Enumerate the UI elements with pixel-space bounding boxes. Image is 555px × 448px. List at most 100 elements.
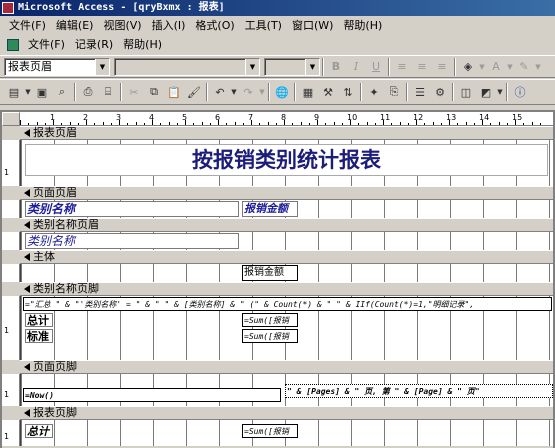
label-standard[interactable]: 标准 <box>25 329 53 343</box>
toolbar-separator <box>294 83 296 101</box>
textbox-now[interactable]: =Now() <box>23 388 281 402</box>
align-left-icon[interactable]: ≡ <box>392 58 412 76</box>
dropdown-arrow-icon[interactable]: ▼ <box>305 58 319 75</box>
label-amount[interactable]: 报销金额 <box>242 201 298 217</box>
print-preview-icon[interactable]: ⌸ <box>98 83 118 101</box>
hyperlink-icon[interactable]: 🌐 <box>272 83 292 101</box>
menu-window[interactable]: 窗口(W) <box>287 17 338 34</box>
ruler-number: 13 <box>446 113 457 122</box>
copy-icon[interactable]: ⧉ <box>144 83 164 101</box>
align-center-icon[interactable]: ≡ <box>412 58 432 76</box>
ruler-tick <box>308 123 310 125</box>
font-name-box[interactable]: ▼ <box>114 57 260 76</box>
ruler-detail <box>2 264 20 282</box>
ruler-tick <box>358 123 360 125</box>
dropdown-arrow-icon[interactable]: ▼ <box>245 58 259 75</box>
dropdown-arrow-icon[interactable]: ▼ <box>534 58 542 76</box>
ruler-tick <box>432 122 434 125</box>
ruler-tick <box>465 122 467 125</box>
section-group-footer[interactable]: ="汇总 " & "'类别名称' = " & " " & [类别名称] & " … <box>20 296 553 360</box>
underline-button[interactable]: U <box>366 58 386 76</box>
paste-icon[interactable]: 📋 <box>164 83 184 101</box>
toolbox-icon[interactable]: ⚒ <box>318 83 338 101</box>
menu2-records[interactable]: 记录(R) <box>70 36 118 53</box>
textbox-sum-amount[interactable]: =Sum([报销 <box>242 313 298 327</box>
report-selector[interactable] <box>2 112 20 126</box>
menu2-file[interactable]: 文件(F) <box>23 36 70 53</box>
section-bar-report-footer[interactable]: 报表页脚 <box>20 406 553 420</box>
database-window-icon[interactable]: ◫ <box>456 83 476 101</box>
menu-file[interactable]: 文件(F) <box>4 17 51 34</box>
search-icon[interactable]: ⌕ <box>52 83 72 101</box>
dropdown-arrow-icon[interactable]: ▼ <box>478 58 486 76</box>
sorting-grouping-icon[interactable]: ⇅ <box>338 83 358 101</box>
textbox-grand-sum[interactable]: =Sum([报销 <box>242 424 298 438</box>
textbox-amount[interactable]: 报销金额 <box>242 265 298 281</box>
label-category-name[interactable]: 类别名称 <box>25 201 239 217</box>
align-right-icon[interactable]: ≡ <box>432 58 452 76</box>
dropdown-arrow-icon[interactable]: ▼ <box>230 83 238 101</box>
field-list-icon[interactable]: ▦ <box>298 83 318 101</box>
cut-icon[interactable]: ✂ <box>124 83 144 101</box>
report-title-label[interactable]: 按报销类别统计报表 <box>25 144 548 176</box>
ruler-tick <box>209 123 211 125</box>
menu-help[interactable]: 帮助(H) <box>338 17 387 34</box>
report-title: 按报销类别统计报表 <box>192 147 381 172</box>
ruler-number: 14 <box>479 113 490 122</box>
autoformat-icon[interactable]: ✦ <box>364 83 384 101</box>
ruler-number: 12 <box>413 113 424 122</box>
section-page-header[interactable]: 类别名称 报销金额 <box>20 200 553 218</box>
new-object-icon[interactable]: ◩ <box>476 83 496 101</box>
build-icon[interactable]: ⚙ <box>430 83 450 101</box>
dropdown-arrow-icon[interactable]: ▼ <box>496 83 504 101</box>
properties-icon[interactable]: ☰ <box>410 83 430 101</box>
fill-color-icon[interactable]: ◈ <box>458 58 478 76</box>
print-icon[interactable]: ⎙ <box>78 83 98 101</box>
menu-view[interactable]: 视图(V) <box>98 17 146 34</box>
section-bar-report-header[interactable]: 报表页眉 <box>20 126 553 140</box>
menu-insert[interactable]: 插入(I) <box>147 17 191 34</box>
section-bar-page-footer[interactable]: 页面页脚 <box>20 360 553 374</box>
ruler-tick <box>300 122 302 125</box>
ruler-number: 4 <box>149 113 155 122</box>
format-painter-icon[interactable]: 🖌 <box>184 83 204 101</box>
menu-tools[interactable]: 工具(T) <box>240 17 287 34</box>
code-icon[interactable]: ⎘ <box>384 83 404 101</box>
menu2-help[interactable]: 帮助(H) <box>118 36 167 53</box>
section-group-header[interactable]: 类别名称 <box>20 232 553 250</box>
dropdown-arrow-icon[interactable]: ▼ <box>258 83 266 101</box>
textbox-category-name[interactable]: 类别名称 <box>25 233 239 249</box>
undo-icon[interactable]: ↶ <box>210 83 230 101</box>
save-icon[interactable]: ▣ <box>32 83 52 101</box>
view-icon[interactable]: ▤ <box>4 83 24 101</box>
section-bar-page-header[interactable]: 页面页眉 <box>20 186 553 200</box>
dropdown-arrow-icon[interactable]: ▼ <box>24 83 32 101</box>
ruler-tick <box>135 122 137 125</box>
dropdown-arrow-icon[interactable]: ▼ <box>95 58 109 75</box>
redo-icon[interactable]: ↷ <box>238 83 258 101</box>
section-page-footer[interactable]: =Now() " & [Pages] & " 页, 第 " & [Page] &… <box>20 374 553 406</box>
textbox-page-number[interactable]: " & [Pages] & " 页, 第 " & [Page] & " 页" <box>285 384 553 398</box>
bold-button[interactable]: B <box>326 58 346 76</box>
menu-format[interactable]: 格式(O) <box>190 17 239 34</box>
section-report-footer[interactable]: 总计 =Sum([报销 <box>20 420 553 446</box>
font-color-icon[interactable]: A <box>486 58 506 76</box>
menu-edit[interactable]: 编辑(E) <box>51 17 99 34</box>
font-size-box[interactable]: ▼ <box>264 57 320 76</box>
section-bar-detail[interactable]: 主体 <box>20 250 553 264</box>
section-bar-group-header[interactable]: 类别名称页眉 <box>20 218 553 232</box>
object-selector[interactable]: 报表页眉 ▼ <box>4 57 110 76</box>
section-bar-group-footer[interactable]: 类别名称页脚 <box>20 282 553 296</box>
textbox-summary-expression[interactable]: ="汇总 " & "'类别名称' = " & " " & [类别名称] & " … <box>23 297 552 311</box>
ruler-tick <box>36 122 38 125</box>
textbox-std-sum[interactable]: =Sum([报销 <box>242 329 298 343</box>
section-report-header[interactable]: 按报销类别统计报表 <box>20 140 553 186</box>
dropdown-arrow-icon[interactable]: ▼ <box>506 58 514 76</box>
section-detail[interactable]: 报销金额 <box>20 264 553 282</box>
label-total[interactable]: 总计 <box>25 313 53 327</box>
help-icon[interactable]: ⓘ <box>510 83 530 101</box>
line-color-icon[interactable]: ✎ <box>514 58 534 76</box>
italic-button[interactable]: I <box>346 58 366 76</box>
label-grand-total[interactable]: 总计 <box>25 424 53 438</box>
section-arrow-icon <box>24 285 30 293</box>
